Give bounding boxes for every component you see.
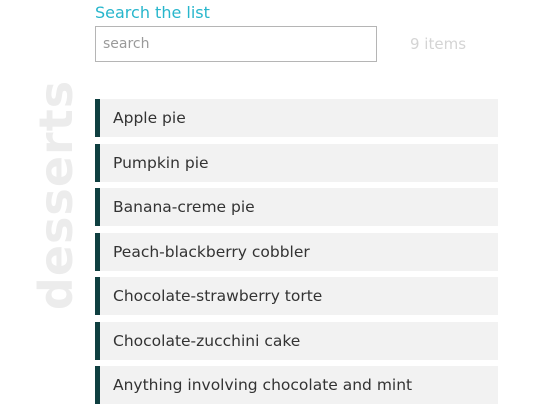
- category-label-text: desserts: [29, 79, 84, 311]
- dessert-list: Apple pie Pumpkin pie Banana-creme pie P…: [95, 99, 498, 407]
- item-count: 9 items: [410, 35, 467, 53]
- dessert-list-widget: Search the list 9 items desserts Apple p…: [0, 0, 540, 407]
- list-item[interactable]: Apple pie: [95, 99, 498, 137]
- list-item[interactable]: Chocolate-strawberry torte: [95, 277, 498, 315]
- category-label: desserts: [29, 80, 83, 310]
- list-item[interactable]: Chocolate-zucchini cake: [95, 321, 498, 360]
- list-item[interactable]: Peach-blackberry cobbler: [95, 232, 498, 271]
- list-item[interactable]: Anything involving chocolate and mint: [95, 366, 498, 404]
- list-item[interactable]: Pumpkin pie: [95, 143, 498, 182]
- list-item[interactable]: Banana-creme pie: [95, 188, 498, 226]
- search-input[interactable]: [95, 26, 377, 62]
- search-label: Search the list: [95, 3, 210, 22]
